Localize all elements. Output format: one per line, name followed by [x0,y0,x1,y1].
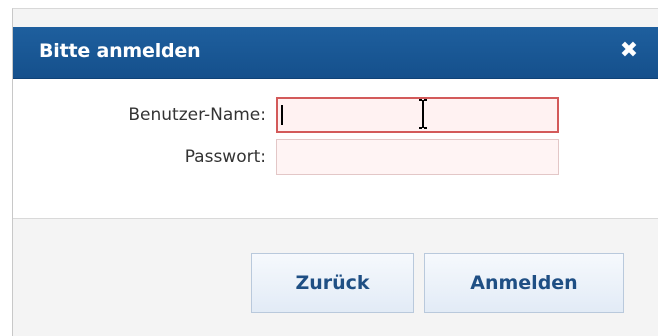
login-form: Benutzer-Name: Passwort: [13,79,658,218]
close-icon[interactable]: ✖ [618,40,640,62]
back-button[interactable]: Zurück [251,253,414,313]
page: Bitte anmelden ✖ Benutzer-Name: Passwort… [0,0,658,336]
text-caret [281,105,283,125]
text-cursor-icon [419,99,427,129]
password-input[interactable] [276,139,559,175]
password-label: Passwort: [184,147,266,167]
login-dialog: Bitte anmelden ✖ Benutzer-Name: Passwort… [12,8,658,336]
login-button[interactable]: Anmelden [424,253,624,313]
username-label: Benutzer-Name: [128,105,266,125]
dialog-titlebar[interactable]: Bitte anmelden ✖ [13,27,658,79]
dialog-footer: Zurück Anmelden [13,219,658,336]
password-row: Passwort: [13,139,658,175]
username-row: Benutzer-Name: [13,97,658,133]
dialog-title: Bitte anmelden [39,40,201,62]
